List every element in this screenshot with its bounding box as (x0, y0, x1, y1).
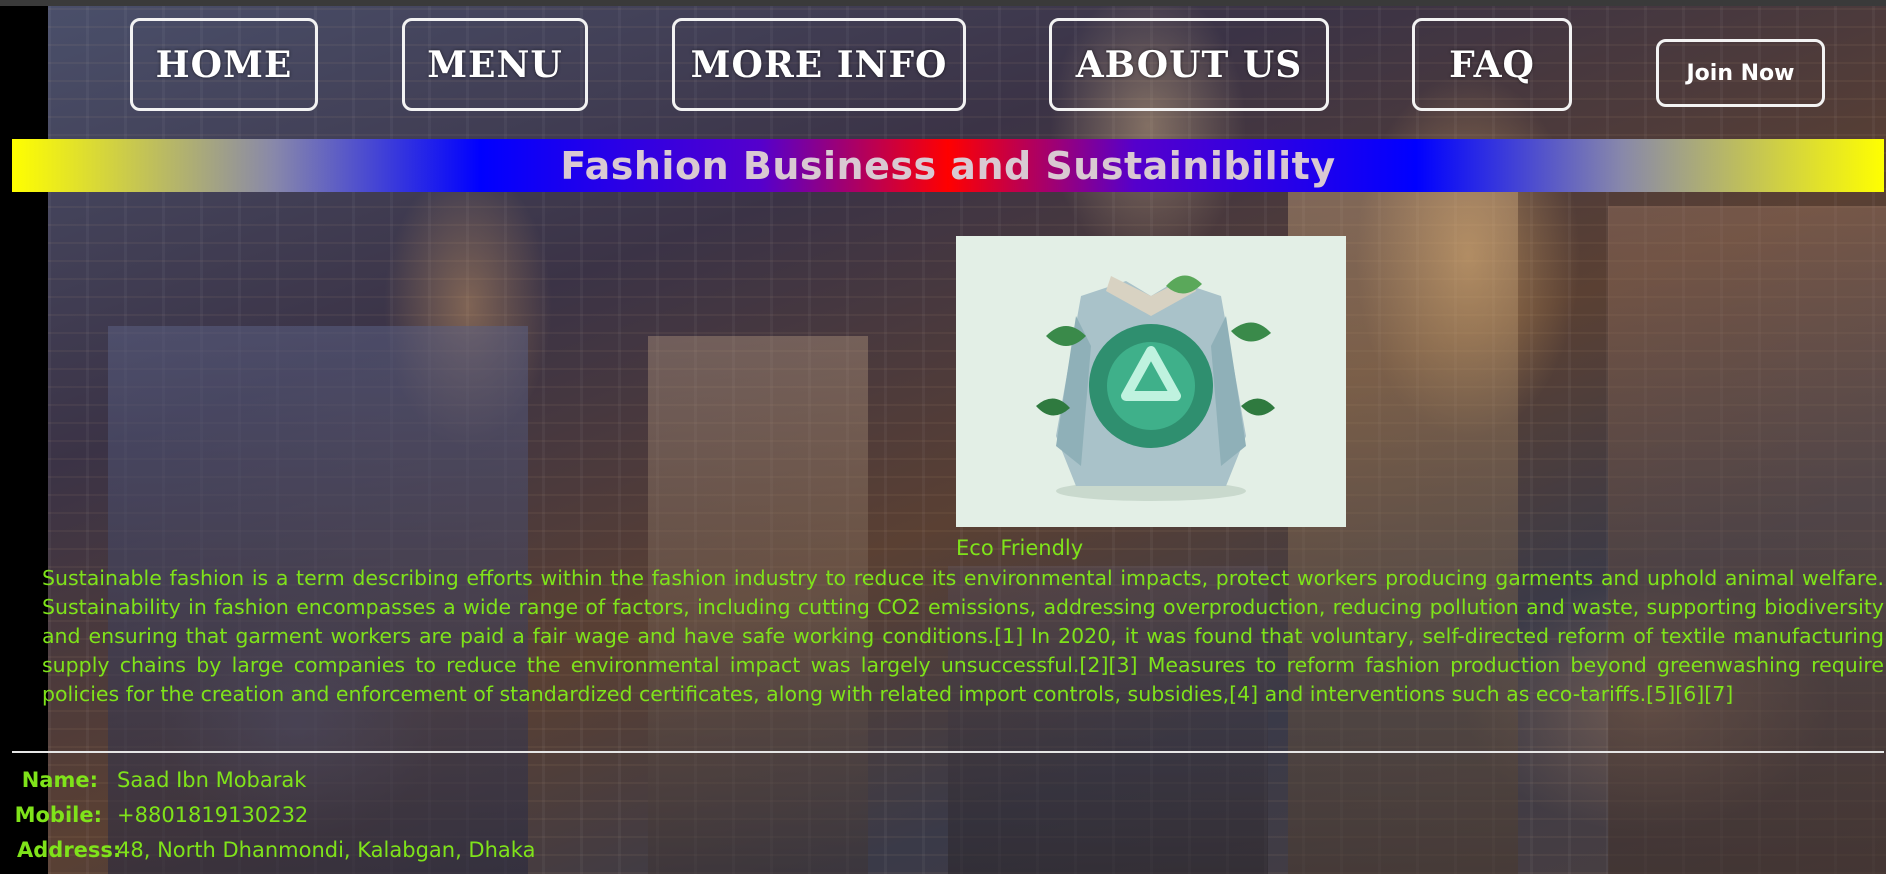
building-shape (1608, 206, 1886, 874)
footer-divider (12, 751, 1884, 753)
name-label: Name: (21, 768, 98, 792)
article-paragraph: Sustainable fashion is a term describing… (42, 566, 1884, 706)
recycle-jacket-image (956, 236, 1346, 527)
join-now-button[interactable]: Join Now (1656, 39, 1825, 107)
left-strip (0, 6, 48, 874)
image-caption: Eco Friendly (956, 536, 1084, 560)
name-value: Saad Ibn Mobarak (117, 768, 307, 792)
address-value: 48, North Dhanmondi, Kalabgan, Dhaka (117, 838, 536, 862)
jacket-illustration (1036, 275, 1275, 501)
page-title: Fashion Business and Sustainibility (560, 143, 1336, 188)
address-label: Address: (17, 838, 122, 862)
mobile-value: +8801819130232 (117, 803, 309, 827)
title-banner: Fashion Business and Sustainibility (12, 139, 1884, 192)
nav-menu-button[interactable]: MENU (402, 18, 588, 111)
nav-about-us-button[interactable]: ABOUT US (1049, 18, 1329, 111)
mobile-label: Mobile: (14, 803, 102, 827)
nav-faq-button[interactable]: FAQ (1412, 18, 1572, 111)
nav-home-button[interactable]: HOME (130, 18, 318, 111)
nav-more-info-button[interactable]: MORE INFO (672, 18, 966, 111)
